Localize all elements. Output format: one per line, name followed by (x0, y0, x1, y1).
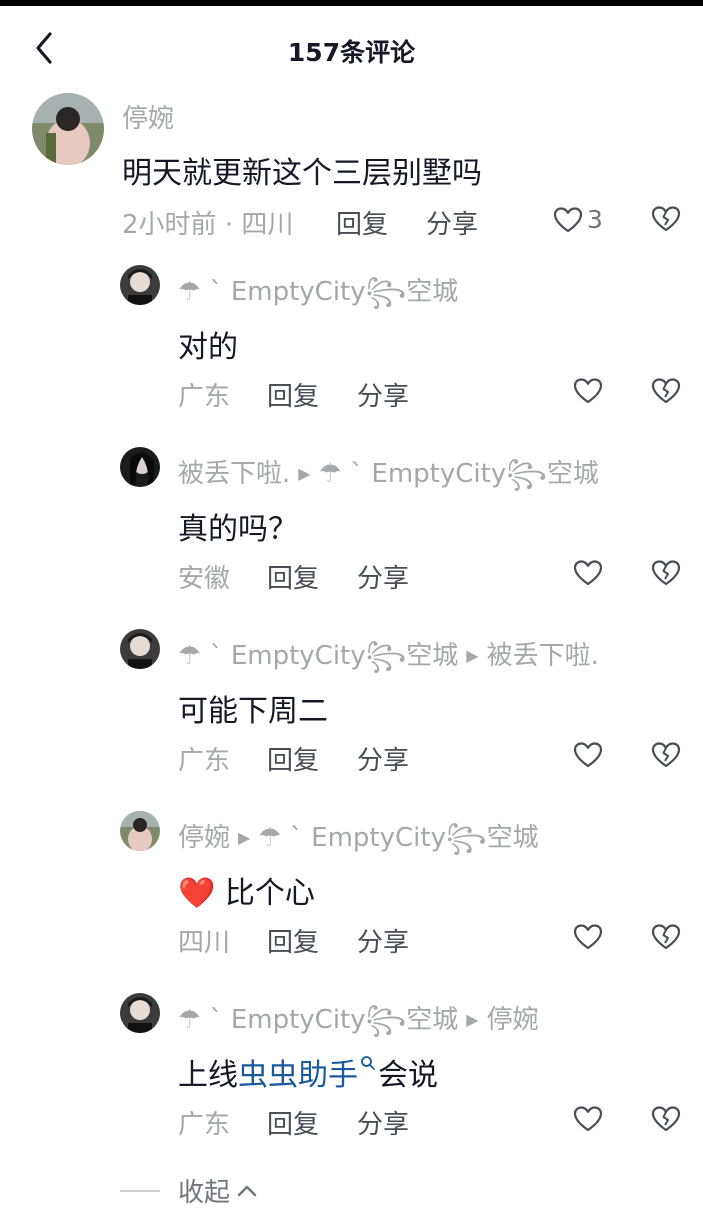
dislike-button[interactable] (651, 741, 681, 773)
reply-button[interactable]: 回复 (267, 376, 319, 413)
heart-outline-icon (573, 924, 603, 950)
collapse-replies-button[interactable]: 收起 (120, 1172, 258, 1209)
like-button[interactable]: 3 (553, 205, 603, 234)
heart-outline-icon (573, 378, 603, 404)
reply-button[interactable]: 回复 (336, 204, 388, 241)
reply-text: 可能下周二 (178, 694, 328, 729)
share-button[interactable]: 分享 (357, 740, 409, 777)
reply-author[interactable]: ☂ ˋ EmptyCity꧂空城 (178, 1005, 458, 1035)
share-button[interactable]: 分享 (357, 1104, 409, 1141)
reply-button[interactable]: 回复 (267, 740, 319, 777)
share-button[interactable]: 分享 (426, 204, 478, 241)
reply-button[interactable]: 回复 (267, 922, 319, 959)
reply-to-arrow-icon: ▶ (298, 464, 311, 483)
red-heart-emoji-icon: ❤️ (178, 876, 216, 911)
dislike-button[interactable] (651, 923, 681, 955)
reply-text-line: ❤️ 比个心 (178, 868, 315, 912)
reply-author-line: ☂ ˋ EmptyCity꧂空城 ▶ 被丢下啦. (178, 635, 599, 688)
dislike-button[interactable] (651, 205, 681, 237)
reply-avatar[interactable] (120, 447, 160, 487)
reply-location: 广东 (178, 746, 231, 776)
reply-text: 真的吗？ (178, 512, 298, 547)
reply-author[interactable]: ☂ ˋ EmptyCity꧂空城 (178, 641, 458, 671)
reply-to-arrow-icon: ▶ (466, 1010, 479, 1029)
reply-author-line: 停婉 ▶ ☂ ˋ EmptyCity꧂空城 (178, 817, 539, 870)
like-button[interactable] (573, 1105, 603, 1133)
heart-outline-icon (573, 560, 603, 586)
reply-button[interactable]: 回复 (267, 558, 319, 595)
broken-heart-icon (651, 560, 681, 586)
reply-location: 广东 (178, 382, 231, 412)
reply-avatar[interactable] (120, 993, 160, 1033)
reply-avatar[interactable] (120, 811, 160, 851)
reply-text: 比个心 (224, 876, 315, 911)
reply-author[interactable]: 停婉 (178, 823, 230, 853)
like-button[interactable] (573, 741, 603, 769)
broken-heart-icon (651, 742, 681, 768)
dislike-button[interactable] (651, 377, 681, 409)
dislike-button[interactable] (651, 1105, 681, 1137)
comments-header: 157条评论 (0, 6, 703, 86)
collapse-label: 收起 (178, 1178, 231, 1208)
like-count: 3 (587, 205, 603, 234)
reply-text: 对的 (178, 330, 238, 365)
reply-author-line: 被丢下啦. ▶ ☂ ˋ EmptyCity꧂空城 (178, 453, 599, 506)
reply-target[interactable]: 停婉 (487, 1005, 539, 1035)
broken-heart-icon (651, 206, 681, 232)
comment-author[interactable]: 停婉 (122, 98, 174, 135)
divider (120, 1189, 160, 1192)
like-button[interactable] (573, 923, 603, 951)
share-button[interactable]: 分享 (357, 922, 409, 959)
reply-target[interactable]: ☂ ˋ EmptyCity꧂空城 (258, 823, 538, 853)
avatar[interactable] (32, 93, 104, 165)
reply-author[interactable]: 被丢下啦. (178, 459, 290, 489)
reply-author[interactable]: ☂ ˋ EmptyCity꧂空城 (178, 271, 458, 324)
comment-time-location: 2小时前 · 四川 (122, 210, 294, 240)
comment-text: 明天就更新这个三层别墅吗 (122, 156, 482, 191)
reply-avatar[interactable] (120, 265, 160, 305)
avatar-image-icon (120, 993, 160, 1033)
reply-target[interactable]: ☂ ˋ EmptyCity꧂空城 (319, 459, 599, 489)
avatar-image-icon (120, 265, 160, 305)
reply-to-arrow-icon: ▶ (238, 828, 251, 847)
dislike-button[interactable] (651, 559, 681, 591)
reply-text-line: 上线虫虫助手 会说 (178, 1050, 438, 1094)
broken-heart-icon (651, 1106, 681, 1132)
reply-author-line: ☂ ˋ EmptyCity꧂空城 ▶ 停婉 (178, 999, 539, 1052)
reply-target[interactable]: 被丢下啦. (487, 641, 599, 671)
reply-text-prefix: 上线 (178, 1058, 238, 1093)
search-icon[interactable] (360, 1055, 376, 1071)
avatar-image-icon (32, 93, 104, 165)
like-button[interactable] (573, 559, 603, 587)
reply-location: 广东 (178, 1110, 231, 1140)
share-button[interactable]: 分享 (357, 558, 409, 595)
reply-button[interactable]: 回复 (267, 1104, 319, 1141)
like-button[interactable] (573, 377, 603, 405)
heart-outline-icon (573, 742, 603, 768)
chevron-up-icon (237, 1185, 257, 1196)
broken-heart-icon (651, 378, 681, 404)
reply-text-suffix: 会说 (378, 1058, 438, 1093)
share-button[interactable]: 分享 (357, 376, 409, 413)
reply-to-arrow-icon: ▶ (466, 646, 479, 665)
avatar-image-icon (120, 811, 160, 851)
reply-avatar[interactable] (120, 629, 160, 669)
broken-heart-icon (651, 924, 681, 950)
page-title: 157条评论 (287, 38, 416, 67)
search-keyword-link[interactable]: 虫虫助手 (238, 1058, 358, 1093)
reply-location: 四川 (178, 928, 231, 958)
reply-location: 安徽 (178, 564, 231, 594)
avatar-image-icon (120, 447, 160, 487)
heart-outline-icon (573, 1106, 603, 1132)
heart-outline-icon (553, 206, 583, 232)
avatar-image-icon (120, 629, 160, 669)
